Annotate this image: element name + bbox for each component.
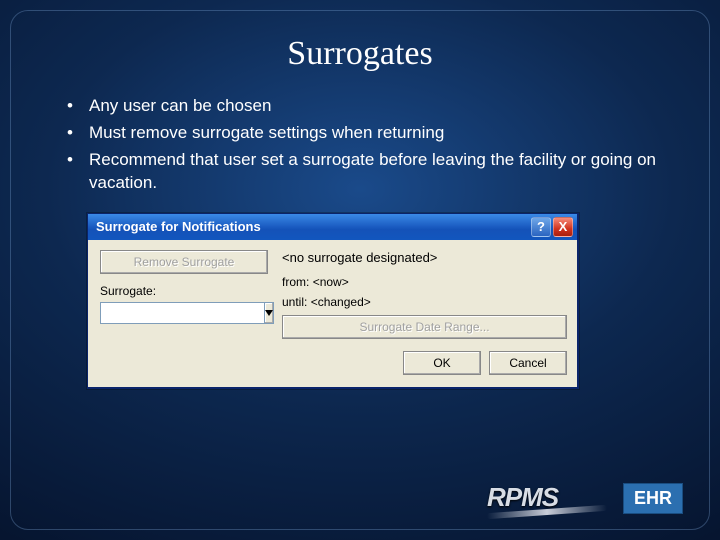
help-button[interactable]: ? [531, 217, 551, 237]
close-button[interactable]: X [553, 217, 573, 237]
from-value: <now> [313, 275, 349, 289]
surrogate-dialog: Surrogate for Notifications ? X Remove S… [87, 213, 579, 389]
from-label: from: [282, 275, 309, 289]
bullet-item: Must remove surrogate settings when retu… [67, 122, 679, 145]
surrogate-input[interactable] [100, 302, 264, 324]
dialog-left-column: Remove Surrogate Surrogate: [100, 250, 268, 339]
bullet-list: Any user can be chosen Must remove surro… [41, 95, 679, 195]
dialog-wrap: Surrogate for Notifications ? X Remove S… [87, 213, 679, 389]
until-row: until: <changed> [282, 295, 567, 309]
slide-title: Surrogates [41, 35, 679, 73]
cancel-button[interactable]: Cancel [489, 351, 567, 375]
bullet-item: Any user can be chosen [67, 95, 679, 118]
date-range-button[interactable]: Surrogate Date Range... [282, 315, 567, 339]
surrogate-status-text: <no surrogate designated> [282, 250, 567, 265]
surrogate-combobox[interactable] [100, 302, 268, 324]
dialog-title: Surrogate for Notifications [96, 219, 529, 234]
rpms-logo: RPMS [487, 482, 607, 515]
dialog-titlebar[interactable]: Surrogate for Notifications ? X [88, 214, 577, 240]
branding-area: RPMS EHR [487, 482, 683, 515]
dialog-button-row: OK Cancel [88, 351, 577, 387]
from-row: from: <now> [282, 275, 567, 289]
until-label: until: [282, 295, 307, 309]
dialog-body: Remove Surrogate Surrogate: <no surrogat… [88, 240, 577, 351]
ok-button[interactable]: OK [403, 351, 481, 375]
surrogate-field-label: Surrogate: [100, 284, 268, 298]
help-icon: ? [537, 219, 545, 234]
slide-frame: Surrogates Any user can be chosen Must r… [10, 10, 710, 530]
remove-surrogate-button[interactable]: Remove Surrogate [100, 250, 268, 274]
bullet-item: Recommend that user set a surrogate befo… [67, 149, 679, 195]
dialog-right-column: <no surrogate designated> from: <now> un… [268, 250, 567, 339]
close-icon: X [559, 219, 568, 234]
ehr-badge: EHR [623, 483, 683, 514]
until-value: <changed> [311, 295, 371, 309]
